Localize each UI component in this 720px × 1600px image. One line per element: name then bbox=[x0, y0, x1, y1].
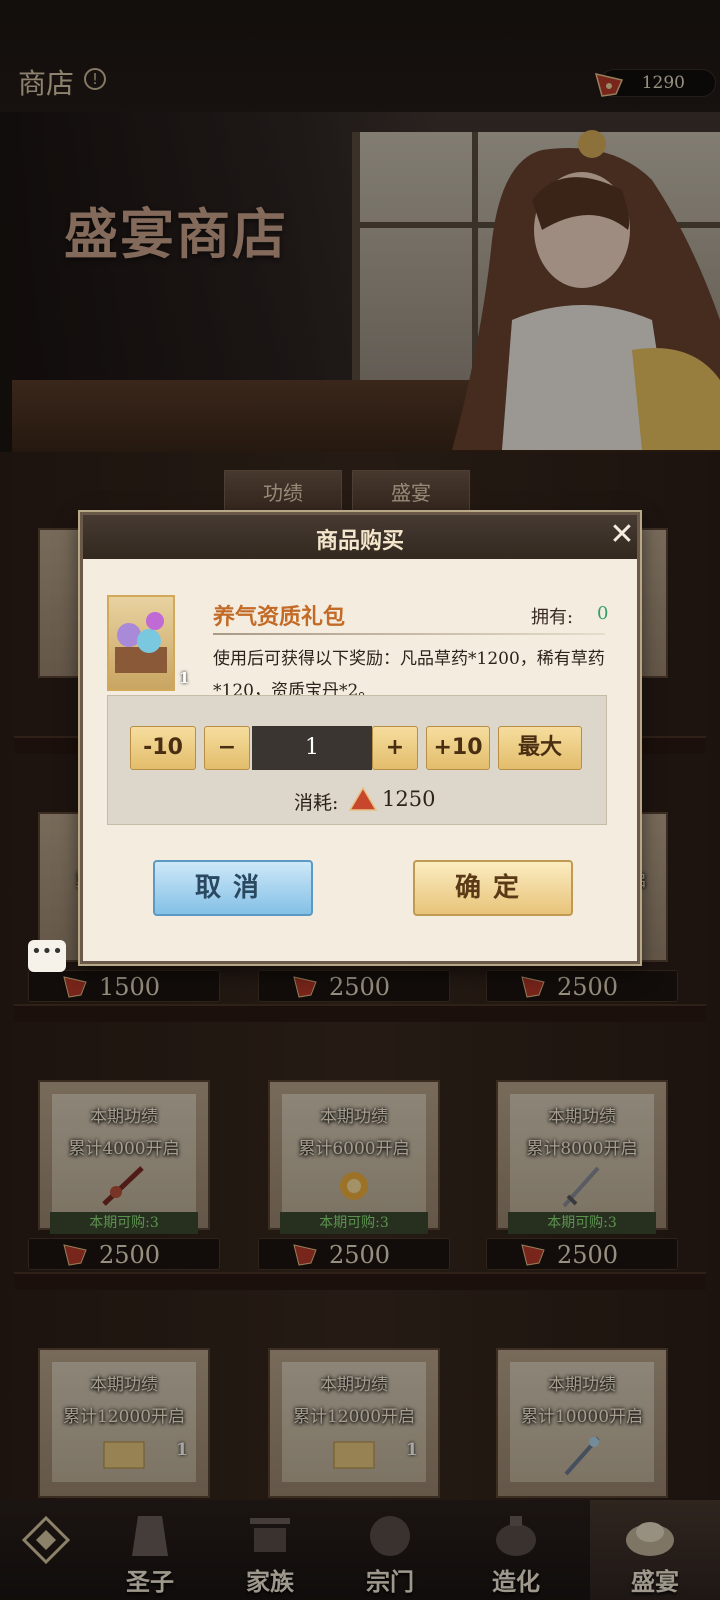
owned-label: 拥有: bbox=[531, 607, 574, 628]
quantity-panel: -10 − 1 + +10 最大 消耗: 1250 bbox=[107, 695, 607, 825]
increment-button[interactable]: + bbox=[372, 726, 418, 770]
dialog-title: 商品购买 bbox=[315, 528, 404, 554]
max-button[interactable]: 最大 bbox=[498, 726, 582, 770]
dialog-header: 商品购买 ✕ bbox=[83, 515, 637, 559]
item-quantity-badge: 1 bbox=[179, 669, 190, 687]
cancel-button[interactable]: 取消 bbox=[153, 860, 313, 916]
chat-icon[interactable]: ••• bbox=[28, 940, 66, 972]
cost-label: 消耗: bbox=[294, 792, 339, 814]
plus-10-button[interactable]: +10 bbox=[426, 726, 490, 770]
close-button[interactable]: ✕ bbox=[607, 520, 637, 551]
purchase-dialog: 商品购买 ✕ 1 养气资质礼包 拥有: 0 使用后可获得以下奖励：凡品草药*12… bbox=[80, 512, 640, 964]
banner-flag-icon bbox=[348, 786, 378, 811]
owned-value: 0 bbox=[597, 603, 609, 624]
quantity-input[interactable]: 1 bbox=[252, 726, 372, 770]
flower-chest-icon bbox=[115, 612, 167, 673]
name-divider bbox=[213, 633, 605, 635]
decrement-button[interactable]: − bbox=[204, 726, 250, 770]
cost-value: 1250 bbox=[382, 787, 436, 811]
gift-pack-icon bbox=[107, 595, 175, 691]
confirm-button[interactable]: 确定 bbox=[413, 860, 573, 916]
item-name: 养气资质礼包 bbox=[213, 604, 346, 630]
minus-10-button[interactable]: -10 bbox=[130, 726, 196, 770]
